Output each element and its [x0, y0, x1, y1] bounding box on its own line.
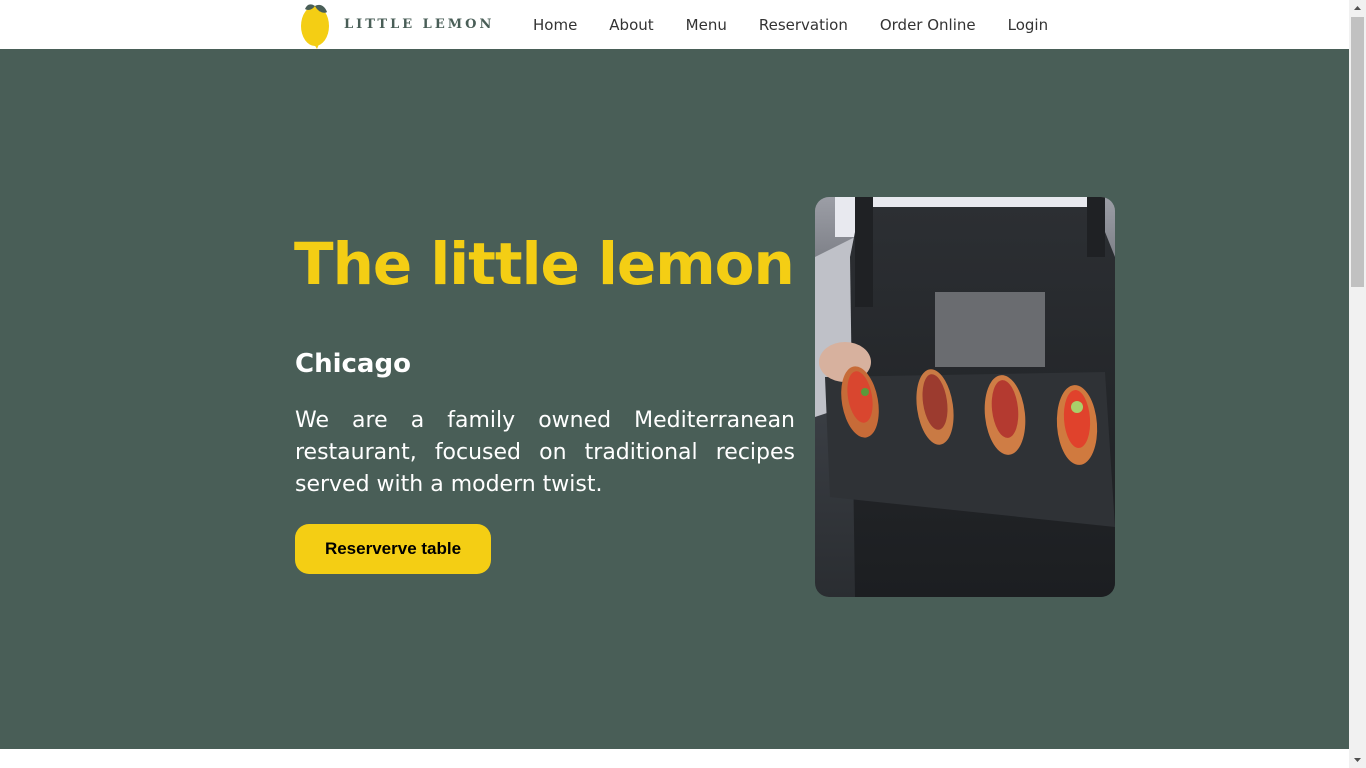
scroll-up-arrow-icon[interactable] [1349, 0, 1366, 17]
nav-login-link[interactable]: Login [1008, 15, 1048, 35]
scroll-thumb[interactable] [1351, 17, 1364, 287]
site-header: LITTLE LEMON Home About Menu Reservation… [0, 0, 1349, 49]
hero-section: The little lemon Chicago We are a family… [0, 49, 1349, 749]
nav-home-link[interactable]: Home [533, 15, 577, 35]
lemon-logo-icon [301, 4, 329, 49]
hero-image [815, 197, 1115, 597]
page: LITTLE LEMON Home About Menu Reservation… [0, 0, 1349, 768]
next-section-edge [0, 749, 1349, 768]
reserve-table-button[interactable]: Reserverve table [295, 524, 491, 574]
main-nav: Home About Menu Reservation Order Online… [533, 15, 1048, 35]
nav-reservation-link[interactable]: Reservation [759, 15, 848, 35]
hero-title: The little lemon [294, 230, 795, 298]
restaurant-food-image [815, 197, 1115, 597]
logo[interactable]: LITTLE LEMON [298, 0, 494, 49]
nav-menu-link[interactable]: Menu [686, 15, 727, 35]
hero-description: We are a family owned Mediterranean rest… [295, 408, 795, 497]
hero-city: Chicago [295, 349, 411, 379]
nav-about-link[interactable]: About [609, 15, 653, 35]
logo-text: LITTLE LEMON [344, 17, 495, 32]
page-scrollbar[interactable] [1349, 0, 1366, 768]
nav-order-online-link[interactable]: Order Online [880, 15, 976, 35]
scroll-down-arrow-icon[interactable] [1349, 751, 1366, 768]
